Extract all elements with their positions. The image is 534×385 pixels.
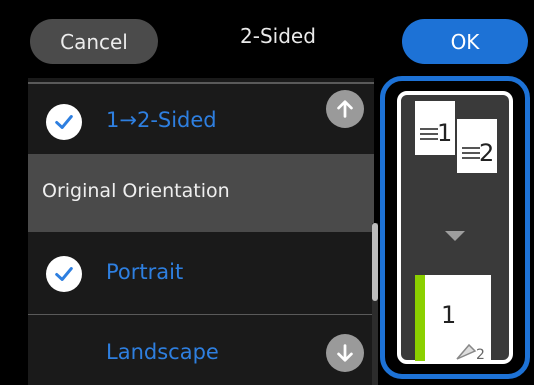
scroll-up-button[interactable] xyxy=(326,90,364,128)
option-portrait-label: Portrait xyxy=(106,260,184,284)
preview-frame: 2 1 1 2 xyxy=(397,91,513,364)
list-top-divider xyxy=(28,82,374,84)
divider xyxy=(28,314,374,315)
page-number: 1 xyxy=(441,301,457,329)
original-page-front: 1 xyxy=(415,101,455,155)
text-lines-icon xyxy=(462,147,480,162)
triangle-down-icon xyxy=(445,231,465,241)
section-header-original-orientation: Original Orientation xyxy=(28,154,374,232)
original-page-back: 2 xyxy=(457,119,497,173)
checkmark-icon xyxy=(46,104,82,140)
option-1-to-2-sided-label: 1→2-Sided xyxy=(106,108,217,132)
cancel-label: Cancel xyxy=(60,29,128,54)
option-portrait[interactable]: Portrait xyxy=(28,234,374,314)
cancel-button[interactable]: Cancel xyxy=(30,19,158,64)
option-landscape[interactable]: Landscape xyxy=(28,316,374,385)
top-bar: Cancel 2-Sided OK xyxy=(0,0,534,78)
option-1-to-2-sided[interactable]: 1→2-Sided xyxy=(28,86,374,152)
page-number: 1 xyxy=(437,119,453,147)
arrow-up-icon xyxy=(337,100,353,118)
section-header-label: Original Orientation xyxy=(42,180,230,202)
page-number: 2 xyxy=(479,139,495,167)
screen-title: 2-Sided xyxy=(240,24,316,48)
option-landscape-label: Landscape xyxy=(106,340,219,364)
arrow-down-icon xyxy=(337,344,353,362)
scrollbar[interactable] xyxy=(372,223,378,385)
ok-button[interactable]: OK xyxy=(402,19,528,64)
binding-edge-strip xyxy=(415,275,425,361)
settings-list: 1→2-Sided Original Orientation Portrait … xyxy=(28,78,378,385)
page-number: 2 xyxy=(476,347,485,361)
ok-label: OK xyxy=(450,29,480,54)
checkmark-icon xyxy=(46,256,82,292)
output-page: 1 2 xyxy=(415,275,491,361)
page-flip-icon: 2 xyxy=(456,343,485,361)
scrollbar-thumb[interactable] xyxy=(372,223,378,301)
preview-panel[interactable]: 2 1 1 2 xyxy=(380,76,530,379)
scroll-down-button[interactable] xyxy=(326,334,364,372)
text-lines-icon xyxy=(420,128,438,143)
